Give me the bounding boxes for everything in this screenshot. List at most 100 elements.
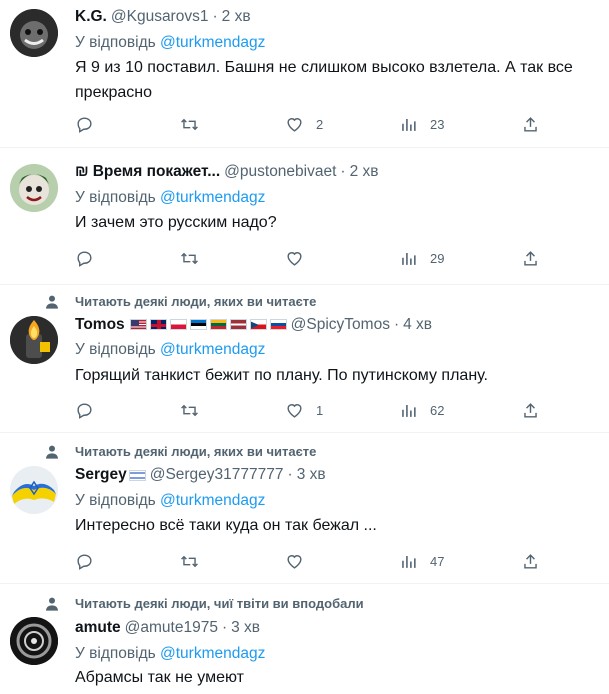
- mention-link[interactable]: @turkmendagz: [160, 34, 265, 51]
- tweet-text: Горящий танкист бежит по плану. По путин…: [75, 367, 488, 384]
- person-icon: [46, 597, 58, 611]
- separator-dot: ·: [393, 316, 400, 333]
- author-name[interactable]: amute: [75, 619, 121, 637]
- flag-czech-icon: [249, 319, 267, 331]
- separator-dot: ·: [287, 466, 293, 483]
- avatar[interactable]: [10, 617, 58, 665]
- views-icon: [402, 404, 416, 417]
- flag-uk-icon: [149, 319, 167, 331]
- flag-israel-icon: [128, 469, 146, 481]
- like-button[interactable]: 2: [285, 113, 323, 135]
- flag-slovakia-icon: [269, 319, 287, 331]
- like-button[interactable]: [285, 247, 304, 269]
- tweet[interactable]: K.G. @Kgusarovs1 · 2 хв У відповідь @tur…: [0, 0, 609, 148]
- reply-button[interactable]: [75, 113, 94, 135]
- views-icon: [402, 252, 416, 265]
- flag-latvia-icon: [229, 319, 247, 331]
- flag-poland-icon: [169, 319, 187, 331]
- tweet-text: Интересно всё таки куда он так бежал ...: [75, 517, 377, 534]
- flag-us-icon: [129, 319, 147, 331]
- reply-button[interactable]: [75, 550, 94, 572]
- reply-icon: [77, 402, 92, 419]
- reply-context: У відповідь @turkmendagz: [75, 189, 265, 207]
- reply-context: У відповідь @turkmendagz: [75, 341, 265, 359]
- author-handle[interactable]: @Kgusarovs1: [111, 8, 209, 26]
- share-icon: [524, 402, 537, 418]
- timestamp[interactable]: 2 хв: [350, 163, 379, 181]
- share-button[interactable]: [521, 113, 540, 135]
- author-name-prefix: ₪: [75, 163, 89, 180]
- author-handle[interactable]: @pustonebivaet: [224, 163, 336, 181]
- separator-dot: ·: [212, 8, 218, 25]
- retweet-icon: [181, 118, 198, 130]
- timestamp[interactable]: 3 хв: [297, 466, 326, 484]
- like-icon: [287, 403, 302, 418]
- avatar[interactable]: [10, 9, 58, 57]
- share-icon: [524, 553, 537, 569]
- tweet-text: И зачем это русским надо?: [75, 214, 277, 231]
- share-icon: [524, 250, 537, 266]
- reply-prefix: У відповідь: [75, 492, 156, 509]
- like-button[interactable]: 1: [285, 399, 323, 421]
- like-button[interactable]: [285, 550, 304, 572]
- action-bar: 2 23: [75, 113, 555, 135]
- avatar[interactable]: [10, 316, 58, 364]
- reply-icon: [77, 553, 92, 570]
- author-handle[interactable]: @Sergey31777777: [150, 466, 284, 484]
- views-icon: [402, 118, 416, 131]
- mention-link[interactable]: @turkmendagz: [160, 645, 265, 662]
- retweet-button[interactable]: [180, 399, 199, 421]
- author-name[interactable]: Tomos: [75, 316, 125, 334]
- views-count: 29: [430, 250, 445, 266]
- reply-button[interactable]: [75, 399, 94, 421]
- tweet-text: Я 9 из 10 поставил. Башня не слишком выс…: [75, 59, 573, 101]
- tweet[interactable]: ₪ Время покажет... @pustonebivaet · 2 хв…: [0, 149, 609, 285]
- avatar[interactable]: [10, 466, 58, 514]
- views-button[interactable]: 29: [399, 247, 444, 269]
- separator-dot: ·: [340, 163, 346, 180]
- mention-link[interactable]: @turkmendagz: [160, 341, 265, 358]
- action-bar: 29: [75, 247, 555, 269]
- views-count: 23: [430, 116, 445, 132]
- like-count: 2: [316, 116, 324, 132]
- retweet-button[interactable]: [180, 247, 199, 269]
- timestamp[interactable]: 3 хв: [231, 619, 260, 637]
- person-icon: [46, 445, 58, 459]
- views-button[interactable]: 62: [399, 399, 444, 421]
- retweet-icon: [181, 555, 198, 567]
- share-button[interactable]: [521, 399, 540, 421]
- flag-lithuania-icon: [209, 319, 227, 331]
- views-button[interactable]: 23: [399, 113, 444, 135]
- retweet-button[interactable]: [180, 550, 199, 572]
- action-bar: 47: [75, 550, 555, 572]
- reply-context: У відповідь @turkmendagz: [75, 492, 265, 510]
- person-icon: [46, 295, 58, 309]
- tweet[interactable]: Читають деякі люди, чиї твіти ви вподоба…: [0, 585, 609, 694]
- avatar[interactable]: [10, 164, 58, 212]
- mention-link[interactable]: @turkmendagz: [160, 189, 265, 206]
- like-icon: [287, 251, 302, 266]
- retweet-icon: [181, 252, 198, 264]
- share-button[interactable]: [521, 550, 540, 572]
- retweet-button[interactable]: [180, 113, 199, 135]
- reply-icon: [77, 250, 92, 267]
- tweet[interactable]: Читають деякі люди, яких ви читаєте Tomo…: [0, 286, 609, 433]
- timestamp[interactable]: 2 хв: [222, 8, 251, 26]
- share-button[interactable]: [521, 247, 540, 269]
- author-name[interactable]: Время покажет...: [93, 163, 220, 181]
- reply-icon: [77, 116, 92, 133]
- timestamp[interactable]: 4 хв: [403, 316, 432, 334]
- mention-link[interactable]: @turkmendagz: [160, 492, 265, 509]
- author-handle[interactable]: @SpicyTomos: [291, 316, 390, 334]
- author-name[interactable]: K.G.: [75, 8, 107, 26]
- tweet[interactable]: Читають деякі люди, яких ви читаєте Serg…: [0, 434, 609, 584]
- views-button[interactable]: 47: [399, 550, 444, 572]
- views-icon: [402, 555, 416, 568]
- author-name[interactable]: Sergey: [75, 466, 127, 484]
- author-handle[interactable]: @amute1975: [125, 619, 218, 637]
- tweet-text: Абрамсы так не умеют: [75, 669, 244, 686]
- reply-prefix: У відповідь: [75, 189, 156, 206]
- views-count: 47: [430, 553, 445, 569]
- reply-button[interactable]: [75, 247, 94, 269]
- separator-dot: ·: [221, 619, 228, 636]
